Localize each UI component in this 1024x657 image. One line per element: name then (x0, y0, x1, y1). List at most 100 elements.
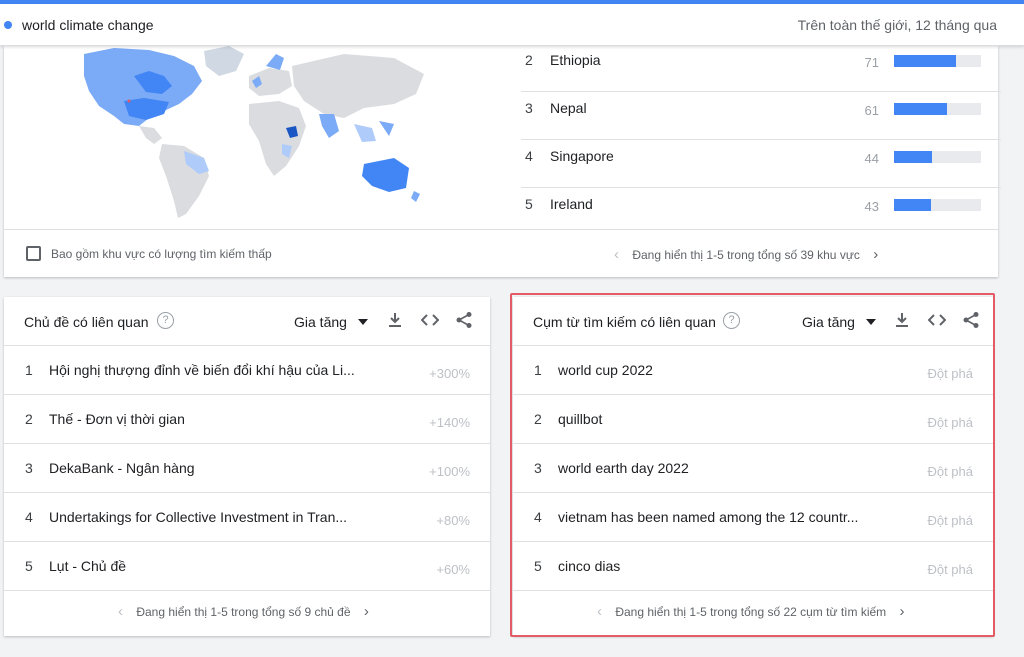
region-bar-fill (894, 103, 948, 115)
item-label[interactable]: Thế - Đơn vị thời gian (49, 411, 185, 427)
share-icon[interactable] (962, 311, 980, 329)
region-name[interactable]: Singapore (550, 148, 614, 164)
region-row[interactable]: 4 Singapore 44 (521, 140, 1001, 188)
item-rank: 3 (25, 460, 33, 476)
region-row[interactable]: 3 Nepal 61 (521, 92, 1001, 140)
list-item[interactable]: 1 world cup 2022 Đột phá (513, 346, 993, 395)
item-label[interactable]: DekaBank - Ngân hàng (49, 460, 195, 476)
region-pager: ‹ Đang hiển thị 1-5 trong tổng số 39 khu… (614, 246, 878, 263)
region-value: 61 (864, 103, 879, 118)
item-rank: 5 (534, 558, 542, 574)
item-label[interactable]: Hội nghị thượng đỉnh về biến đổi khí hậu… (49, 362, 355, 378)
item-label[interactable]: cinco dias (558, 558, 620, 574)
related-queries-card: Cụm từ tìm kiếm có liên quan ? Gia tăng … (513, 297, 993, 636)
list-item[interactable]: 2 Thế - Đơn vị thời gian +140% (4, 395, 490, 444)
item-value: +80% (436, 513, 470, 528)
search-term[interactable]: world climate change (22, 17, 154, 33)
region-name[interactable]: Nepal (550, 100, 587, 116)
chevron-right-icon[interactable]: › (873, 246, 878, 263)
item-rank: 2 (25, 411, 33, 427)
item-label[interactable]: Lụt - Chủ đề (49, 558, 126, 574)
sort-select[interactable]: Gia tăng (294, 314, 347, 330)
topics-pager: ‹ Đang hiển thị 1-5 trong tổng số 9 chủ … (118, 603, 369, 620)
item-value: +140% (429, 415, 470, 430)
chevron-left-icon[interactable]: ‹ (614, 246, 619, 263)
caret-down-icon[interactable] (866, 319, 876, 325)
item-value: +300% (429, 366, 470, 381)
search-summary-bar: world climate change Trên toàn thế giới,… (0, 4, 1024, 46)
topics-pager-text: Đang hiển thị 1-5 trong tổng số 9 chủ đề (136, 605, 351, 619)
related-queries-header: Cụm từ tìm kiếm có liên quan ? Gia tăng (513, 297, 993, 346)
list-item[interactable]: 1 Hội nghị thượng đỉnh về biến đổi khí h… (4, 346, 490, 395)
region-rank: 5 (525, 196, 533, 212)
list-item[interactable]: 5 Lụt - Chủ đề +60% (4, 542, 490, 591)
item-label[interactable]: Undertakings for Collective Investment i… (49, 509, 347, 525)
share-icon[interactable] (455, 311, 473, 329)
chevron-right-icon[interactable]: › (900, 603, 905, 620)
chevron-left-icon[interactable]: ‹ (597, 603, 602, 620)
list-item[interactable]: 4 Undertakings for Collective Investment… (4, 493, 490, 542)
item-value: Đột phá (927, 415, 973, 430)
chevron-left-icon[interactable]: ‹ (118, 603, 123, 620)
download-icon[interactable] (893, 311, 911, 329)
item-rank: 1 (25, 362, 33, 378)
item-rank: 4 (534, 509, 542, 525)
item-value: +60% (436, 562, 470, 577)
queries-pager: ‹ Đang hiển thị 1-5 trong tổng số 22 cụm… (597, 603, 905, 620)
region-rank: 2 (525, 52, 533, 68)
item-label[interactable]: vietnam has been named among the 12 coun… (558, 509, 858, 525)
item-label[interactable]: world earth day 2022 (558, 460, 689, 476)
chevron-right-icon[interactable]: › (364, 603, 369, 620)
list-item[interactable]: 4 vietnam has been named among the 12 co… (513, 493, 993, 542)
world-map[interactable] (54, 46, 434, 221)
item-value: +100% (429, 464, 470, 479)
search-scope[interactable]: Trên toàn thế giới, 12 tháng qua (798, 17, 997, 33)
region-pager-text: Đang hiển thị 1-5 trong tổng số 39 khu v… (632, 248, 860, 262)
related-topics-header: Chủ đề có liên quan ? Gia tăng (4, 297, 490, 346)
item-label[interactable]: quillbot (558, 411, 602, 427)
item-rank: 2 (534, 411, 542, 427)
region-card-footer: Bao gồm khu vực có lượng tìm kiếm thấp ‹… (4, 229, 998, 277)
region-bar-fill (894, 151, 933, 163)
help-icon[interactable]: ? (723, 312, 740, 329)
related-topics-card: Chủ đề có liên quan ? Gia tăng 1 Hội ngh… (4, 297, 490, 636)
sort-select[interactable]: Gia tăng (802, 314, 855, 330)
item-value: Đột phá (927, 513, 973, 528)
item-rank: 4 (25, 509, 33, 525)
low-volume-checkbox[interactable] (26, 246, 41, 261)
item-rank: 3 (534, 460, 542, 476)
list-item[interactable]: 3 DekaBank - Ngân hàng +100% (4, 444, 490, 493)
related-topics-title: Chủ đề có liên quan (24, 314, 149, 330)
region-bar-fill (894, 199, 932, 211)
embed-code-icon[interactable] (928, 311, 946, 329)
region-rank: 4 (525, 148, 533, 164)
download-icon[interactable] (386, 311, 404, 329)
item-value: Đột phá (927, 366, 973, 381)
item-rank: 1 (534, 362, 542, 378)
region-value: 43 (864, 199, 879, 214)
region-card: 2 Ethiopia 71 3 Nepal 61 4 Singapore 44 … (4, 44, 1001, 277)
region-bar-track (894, 151, 981, 163)
item-label[interactable]: world cup 2022 (558, 362, 653, 378)
item-rank: 5 (25, 558, 33, 574)
region-bar-fill (894, 55, 956, 67)
region-bar-track (894, 55, 981, 67)
region-value: 71 (864, 55, 879, 70)
region-name[interactable]: Ireland (550, 196, 593, 212)
low-volume-label[interactable]: Bao gồm khu vực có lượng tìm kiếm thấp (51, 247, 272, 261)
region-row[interactable]: 2 Ethiopia 71 (521, 44, 1001, 92)
region-bar-track (894, 199, 981, 211)
region-bar-track (894, 103, 981, 115)
list-item[interactable]: 2 quillbot Đột phá (513, 395, 993, 444)
queries-pager-text: Đang hiển thị 1-5 trong tổng số 22 cụm t… (615, 605, 887, 619)
region-name[interactable]: Ethiopia (550, 52, 601, 68)
help-icon[interactable]: ? (157, 312, 174, 329)
term-color-dot (4, 21, 12, 29)
list-item[interactable]: 5 cinco dias Đột phá (513, 542, 993, 591)
embed-code-icon[interactable] (421, 311, 439, 329)
list-item[interactable]: 3 world earth day 2022 Đột phá (513, 444, 993, 493)
item-value: Đột phá (927, 464, 973, 479)
caret-down-icon[interactable] (358, 319, 368, 325)
related-topics-footer: ‹ Đang hiển thị 1-5 trong tổng số 9 chủ … (4, 591, 490, 636)
related-queries-footer: ‹ Đang hiển thị 1-5 trong tổng số 22 cụm… (513, 591, 993, 636)
